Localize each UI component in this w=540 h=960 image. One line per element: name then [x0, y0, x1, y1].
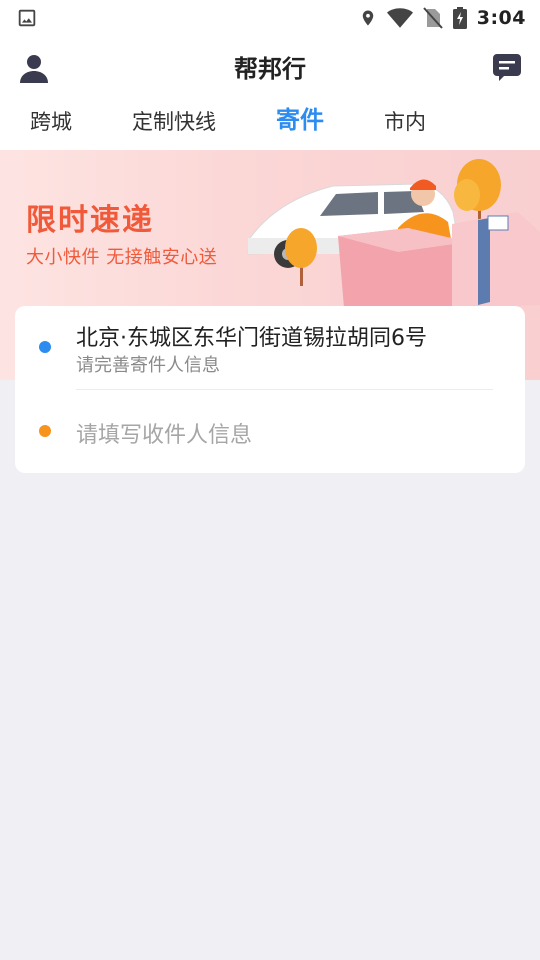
- no-sim-icon: [422, 7, 443, 29]
- tab-send-package[interactable]: 寄件: [276, 104, 324, 136]
- tab-intercity[interactable]: 跨城: [30, 106, 72, 138]
- tab-in-city[interactable]: 市内: [384, 106, 426, 138]
- banner-title: 限时速递: [26, 203, 154, 238]
- image-icon: [16, 7, 38, 29]
- sender-dot: [39, 341, 51, 353]
- status-right: 3:04: [359, 7, 526, 29]
- receiver-dot: [39, 425, 51, 437]
- status-bar: 3:04: [0, 0, 540, 36]
- service-tabs: 跨城 定制快线 寄件 市内: [0, 96, 540, 150]
- divider: [76, 389, 493, 390]
- receiver-info-field[interactable]: 请填写收件人信息: [76, 417, 252, 449]
- status-time: 3:04: [476, 7, 526, 29]
- location-icon: [359, 7, 377, 29]
- message-icon[interactable]: [492, 52, 522, 82]
- tab-custom-express[interactable]: 定制快线: [132, 106, 216, 138]
- status-left: [16, 7, 38, 29]
- page-title: 帮邦行: [234, 54, 306, 83]
- header: 帮邦行: [0, 36, 540, 96]
- wifi-icon: [386, 7, 413, 29]
- banner-subtitle: 大小快件 无接触安心送: [26, 247, 218, 268]
- sender-info-hint[interactable]: 请完善寄件人信息: [76, 351, 220, 377]
- address-card: 北京·东城区东华门街道锡拉胡同6号 请完善寄件人信息 请填写收件人信息: [15, 306, 525, 473]
- sender-address[interactable]: 北京·东城区东华门街道锡拉胡同6号: [76, 320, 427, 352]
- user-icon[interactable]: [18, 52, 50, 84]
- battery-charging-icon: [452, 7, 467, 29]
